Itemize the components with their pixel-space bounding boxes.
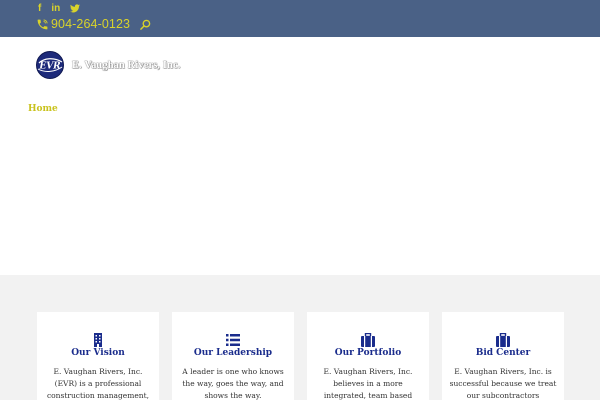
card-text: A leader is one who knows the way, goes … — [182, 367, 284, 400]
card-text: E. Vaughan Rivers, Inc. believes in a mo… — [323, 367, 413, 400]
phone-row: 904-264-0123 — [36, 17, 151, 31]
list-icon — [226, 334, 240, 346]
breadcrumb-home[interactable]: Home — [28, 104, 58, 114]
twitter-icon[interactable] — [70, 4, 81, 14]
building-icon — [94, 333, 102, 347]
card-title: Our Vision — [71, 348, 125, 358]
search-icon[interactable] — [140, 19, 151, 30]
card-our-portfolio[interactable]: Our Portfolio E. Vaughan Rivers, Inc. be… — [307, 312, 429, 412]
briefcase-icon — [361, 333, 375, 347]
card-our-leadership[interactable]: Our Leadership A leader is one who knows… — [172, 312, 294, 412]
card-our-vision[interactable]: Our Vision E. Vaughan Rivers, Inc. (EVR)… — [37, 312, 159, 412]
logo-emblem-icon: EVR — [36, 51, 64, 79]
top-bar: f in 904-264-0123 — [0, 0, 600, 37]
phone-number[interactable]: 904-264-0123 — [51, 17, 130, 31]
card-text: E. Vaughan Rivers, Inc. is successful be… — [449, 367, 557, 400]
card-title: Bid Center — [475, 348, 531, 358]
site-logo[interactable]: EVR E. Vaughan Rivers, Inc. — [36, 51, 181, 79]
card-title: Our Portfolio — [334, 348, 402, 358]
svg-text:EVR: EVR — [38, 62, 61, 72]
social-links: f in — [38, 4, 81, 14]
facebook-icon[interactable]: f — [38, 4, 41, 14]
company-name: E. Vaughan Rivers, Inc. — [72, 59, 181, 71]
linkedin-icon[interactable]: in — [51, 4, 60, 14]
card-title: Our Leadership — [193, 348, 273, 358]
phone-icon — [37, 18, 48, 29]
card-text: E. Vaughan Rivers, Inc. (EVR) is a profe… — [46, 367, 150, 400]
briefcase-icon — [496, 333, 510, 347]
card-bid-center[interactable]: Bid Center E. Vaughan Rivers, Inc. is su… — [442, 312, 564, 412]
